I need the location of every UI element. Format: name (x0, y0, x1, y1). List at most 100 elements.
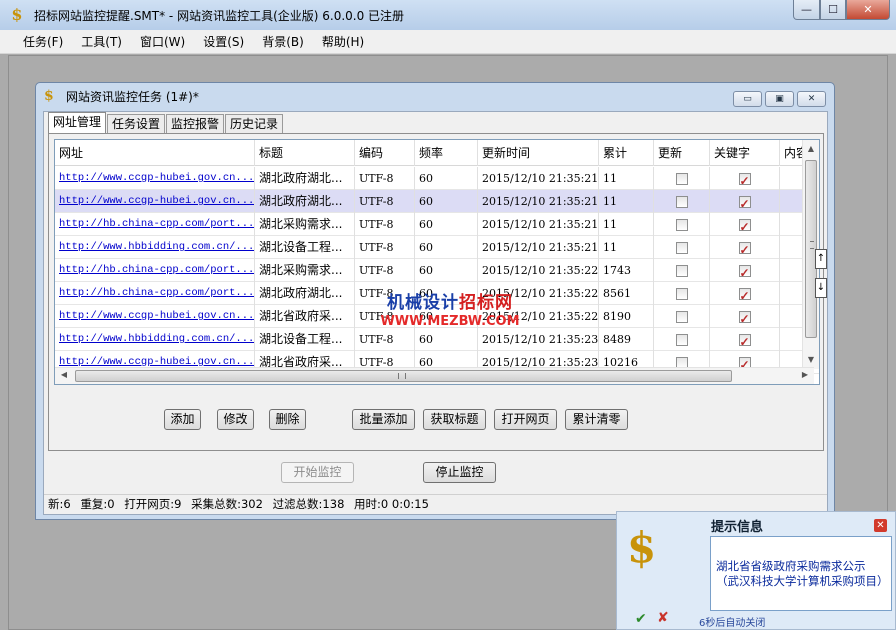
encoding-cell: UTF-8 (355, 190, 415, 213)
url-link[interactable]: http://hb.china-cpp.com/port... (55, 259, 255, 282)
tab-monitor-alarm[interactable]: 监控报警 (166, 114, 225, 133)
scroll-down-arrow-icon[interactable]: ▼ (806, 355, 816, 365)
url-link[interactable]: http://www.ccgp-hubei.gov.cn... (55, 305, 255, 328)
title-cell: 湖北采购需求... (255, 213, 355, 236)
frequency-cell: 60 (415, 305, 478, 328)
updated-checkbox[interactable] (675, 333, 688, 346)
update-time-cell: 2015/12/10 21:35:21 (478, 213, 599, 236)
tab-strip: 网址管理 任务设置 监控报警 历史记录 (48, 112, 284, 133)
keyword-checkbox[interactable] (738, 193, 751, 213)
title-cell: 湖北省政府采... (255, 305, 355, 328)
updated-checkbox[interactable] (675, 287, 688, 300)
maximize-button[interactable]: ☐ (820, 0, 846, 20)
updated-cell (654, 305, 710, 328)
updated-cell (654, 213, 710, 236)
move-down-button[interactable]: ↓ (815, 278, 827, 298)
menu-window[interactable]: 窗口(W) (131, 33, 194, 50)
updated-checkbox[interactable] (675, 172, 688, 185)
table-row[interactable]: http://hb.china-cpp.com/port... 湖北采购需求...… (55, 213, 819, 236)
title-cell: 湖北设备工程... (255, 236, 355, 259)
table-row[interactable]: http://www.hbbidding.com.cn/... 湖北设备工程...… (55, 236, 819, 259)
total-cell: 8561 (599, 282, 654, 305)
close-button[interactable]: ✕ (846, 0, 890, 20)
dismiss-x-icon[interactable]: ✘ (657, 610, 669, 626)
url-link[interactable]: http://www.ccgp-hubei.gov.cn... (55, 167, 255, 190)
table-row[interactable]: http://hb.china-cpp.com/port... 湖北采购需求...… (55, 259, 819, 282)
url-link[interactable]: http://www.ccgp-hubei.gov.cn... (55, 190, 255, 213)
url-link[interactable]: http://hb.china-cpp.com/port... (55, 282, 255, 305)
column-header-updated[interactable]: 更新 (654, 140, 710, 166)
updated-checkbox[interactable] (675, 218, 688, 231)
url-link[interactable]: http://hb.china-cpp.com/port... (55, 213, 255, 236)
delete-button[interactable]: 删除 (269, 409, 306, 430)
start-monitor-button[interactable]: 开始监控 (281, 462, 354, 483)
keyword-checkbox[interactable] (738, 285, 751, 305)
add-button[interactable]: 添加 (164, 409, 201, 430)
batch-add-button[interactable]: 批量添加 (352, 409, 415, 430)
column-header-update-time[interactable]: 更新时间 (478, 140, 599, 166)
update-time-cell: 2015/12/10 21:35:23 (478, 328, 599, 351)
tab-history[interactable]: 历史记录 (225, 114, 284, 133)
child-close-button[interactable]: ✕ (797, 91, 826, 107)
updated-cell (654, 236, 710, 259)
table-row[interactable]: http://www.ccgp-hubei.gov.cn... 湖北政府湖北...… (55, 167, 819, 190)
url-management-panel: 网址 标题 编码 频率 更新时间 累计 更新 关键字 内容 http://www… (48, 133, 827, 451)
updated-checkbox[interactable] (675, 264, 688, 277)
column-header-total[interactable]: 累计 (599, 140, 654, 166)
popup-title: 提示信息 (711, 520, 764, 535)
column-header-url[interactable]: 网址 (55, 140, 255, 166)
child-minimize-button[interactable]: ▭ (733, 91, 762, 107)
minimize-button[interactable]: — (793, 0, 820, 20)
move-up-button[interactable]: ↑ (815, 249, 827, 269)
menu-help[interactable]: 帮助(H) (313, 33, 373, 50)
table-row[interactable]: http://www.hbbidding.com.cn/... 湖北设备工程...… (55, 328, 819, 351)
frequency-cell: 60 (415, 282, 478, 305)
column-header-title[interactable]: 标题 (255, 140, 355, 166)
keyword-cell (710, 213, 780, 236)
table-row[interactable]: http://www.ccgp-hubei.gov.cn... 湖北省政府采...… (55, 305, 819, 328)
keyword-checkbox[interactable] (738, 170, 751, 190)
scroll-right-arrow-icon[interactable]: ▶ (800, 370, 810, 382)
stop-monitor-button[interactable]: 停止监控 (423, 462, 496, 483)
menu-tools[interactable]: 工具(T) (72, 33, 131, 50)
menu-task[interactable]: 任务(F) (14, 33, 72, 50)
table-row[interactable]: http://hb.china-cpp.com/port... 湖北政府湖北...… (55, 282, 819, 305)
total-cell: 1743 (599, 259, 654, 282)
scroll-left-arrow-icon[interactable]: ◀ (59, 370, 69, 382)
status-repeat: 重复:0 (80, 497, 115, 511)
confirm-check-icon[interactable]: ✔ (635, 611, 647, 627)
url-link[interactable]: http://www.hbbidding.com.cn/... (55, 328, 255, 351)
column-header-encoding[interactable]: 编码 (355, 140, 415, 166)
updated-checkbox[interactable] (675, 241, 688, 254)
column-header-frequency[interactable]: 频率 (415, 140, 478, 166)
edit-button[interactable]: 修改 (217, 409, 254, 430)
notification-popup: $ 提示信息 ✕ 湖北省省级政府采购需求公示（武汉科技大学计算机采购项目） ✔ … (616, 511, 896, 630)
keyword-cell (710, 328, 780, 351)
horizontal-scrollbar[interactable]: ◀ ▶ (55, 367, 814, 384)
keyword-checkbox[interactable] (738, 308, 751, 328)
table-row[interactable]: http://www.ccgp-hubei.gov.cn... 湖北政府湖北...… (55, 190, 819, 213)
scroll-up-arrow-icon[interactable]: ▲ (806, 144, 816, 154)
updated-checkbox[interactable] (675, 310, 688, 323)
dollar-key-icon: $ (44, 88, 54, 104)
open-page-button[interactable]: 打开网页 (494, 409, 557, 430)
popup-close-icon[interactable]: ✕ (874, 519, 887, 532)
keyword-cell (710, 236, 780, 259)
column-header-keyword[interactable]: 关键字 (710, 140, 780, 166)
popup-message[interactable]: 湖北省省级政府采购需求公示（武汉科技大学计算机采购项目） (710, 536, 892, 611)
clear-total-button[interactable]: 累计清零 (565, 409, 628, 430)
menu-settings[interactable]: 设置(S) (194, 33, 253, 50)
url-link[interactable]: http://www.hbbidding.com.cn/... (55, 236, 255, 259)
keyword-checkbox[interactable] (738, 239, 751, 259)
updated-checkbox[interactable] (675, 195, 688, 208)
keyword-checkbox[interactable] (738, 331, 751, 351)
keyword-checkbox[interactable] (738, 262, 751, 282)
keyword-checkbox[interactable] (738, 216, 751, 236)
tab-task-settings[interactable]: 任务设置 (107, 114, 166, 133)
menu-background[interactable]: 背景(B) (253, 33, 313, 50)
tab-url-management[interactable]: 网址管理 (48, 112, 107, 133)
child-restore-button[interactable]: ▣ (765, 91, 794, 107)
encoding-cell: UTF-8 (355, 213, 415, 236)
fetch-title-button[interactable]: 获取标题 (423, 409, 486, 430)
horizontal-scroll-thumb[interactable] (75, 370, 732, 382)
